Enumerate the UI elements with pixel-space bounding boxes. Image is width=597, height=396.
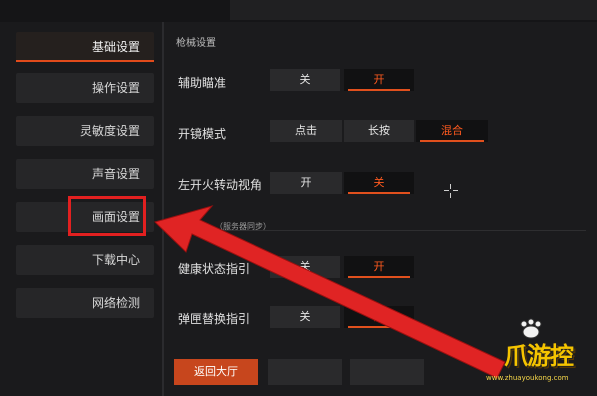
sidebar-item-sensitivity[interactable]: 灵敏度设置 <box>16 116 154 146</box>
section-divider <box>176 230 586 231</box>
sidebar-item-controls[interactable]: 操作设置 <box>16 73 154 103</box>
left-fire-turn-on[interactable]: 开 <box>270 172 342 194</box>
option-label: 开 <box>373 73 385 86</box>
option-label: 开 <box>373 310 385 323</box>
scope-mode-hold[interactable]: 长按 <box>344 120 414 142</box>
mag-swap-guide-label: 弹匣替换指引 <box>178 312 251 326</box>
option-label: 关 <box>299 310 311 323</box>
aim-assist-on[interactable]: 开 <box>344 69 414 91</box>
scope-mode-tap[interactable]: 点击 <box>270 120 342 142</box>
active-indicator <box>16 60 154 62</box>
sidebar-item-label: 下载中心 <box>91 253 140 267</box>
selected-underline <box>420 140 484 142</box>
sidebar-item-sound[interactable]: 声音设置 <box>16 159 154 189</box>
mag-swap-guide-off[interactable]: 关 <box>270 306 340 328</box>
scope-mode-label: 开镜模式 <box>178 127 227 141</box>
sidebar-item-label: 网络检测 <box>91 296 140 310</box>
top-bar <box>0 0 597 22</box>
blank-button[interactable] <box>350 359 424 385</box>
watermark-url: www.zhuayoukong.com <box>486 374 569 382</box>
health-guide-on[interactable]: 开 <box>344 256 414 278</box>
section-title: 枪械设置 <box>176 38 216 49</box>
option-label: 开 <box>300 176 312 189</box>
health-guide-off[interactable]: 关 <box>270 256 340 278</box>
sidebar-item-label: 声音设置 <box>91 167 140 181</box>
selected-underline <box>348 276 410 278</box>
mag-swap-guide-on[interactable]: 开 <box>344 306 414 328</box>
left-fire-turn-label: 左开火转动视角 <box>178 178 263 192</box>
aim-assist-label: 辅助瞄准 <box>178 76 227 90</box>
sidebar-item-basic[interactable]: 基础设置 <box>16 32 154 62</box>
option-label: 开 <box>373 260 385 273</box>
left-fire-turn-off[interactable]: 关 <box>344 172 414 194</box>
scope-mode-mixed[interactable]: 混合 <box>416 120 488 142</box>
selected-underline <box>348 89 410 91</box>
selected-underline <box>348 326 410 328</box>
highlight-box <box>68 196 146 236</box>
sidebar-divider <box>162 22 164 396</box>
option-label: 长按 <box>368 124 390 137</box>
selected-underline <box>348 192 410 194</box>
option-label: 关 <box>299 260 311 273</box>
option-label: 关 <box>299 73 311 86</box>
sidebar-item-network[interactable]: 网络检测 <box>16 288 154 318</box>
health-guide-label: 健康状态指引 <box>178 262 251 276</box>
sidebar-item-label: 灵敏度设置 <box>79 124 140 138</box>
sidebar-item-downloads[interactable]: 下载中心 <box>16 245 154 275</box>
blank-button[interactable] <box>268 359 342 385</box>
option-label: 点击 <box>295 124 317 137</box>
crosshair-icon <box>444 184 458 198</box>
watermark-logo: 爪游控 <box>504 342 574 370</box>
option-label: 关 <box>373 176 385 189</box>
sidebar-item-label: 操作设置 <box>91 81 140 95</box>
option-label: 混合 <box>441 124 463 137</box>
sidebar-item-label: 基础设置 <box>91 40 140 54</box>
top-bar-shade <box>230 0 597 20</box>
return-lobby-button[interactable]: 返回大厅 <box>174 359 258 385</box>
aim-assist-off[interactable]: 关 <box>270 69 340 91</box>
